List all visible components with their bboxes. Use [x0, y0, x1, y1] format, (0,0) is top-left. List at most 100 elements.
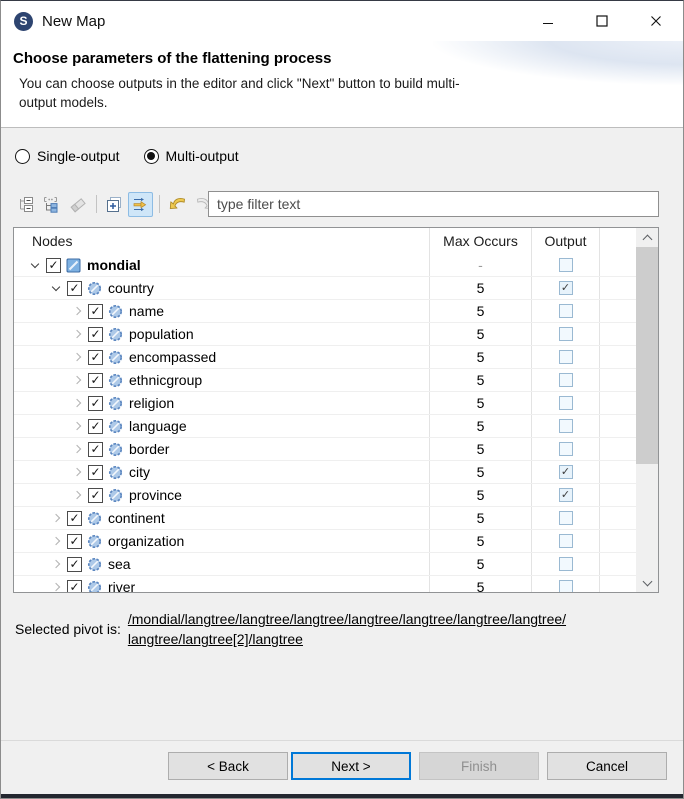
expand-chevron-icon[interactable]: [68, 438, 85, 460]
expand-chevron-icon[interactable]: [68, 461, 85, 483]
node-checkbox[interactable]: ✓: [88, 304, 103, 319]
node-label: border: [129, 441, 169, 457]
single-output-radio[interactable]: Single-output: [15, 148, 120, 164]
expand-chevron-icon[interactable]: [47, 530, 64, 552]
node-checkbox[interactable]: ✓: [88, 419, 103, 434]
page-title: Choose parameters of the flattening proc…: [13, 50, 683, 67]
table-row[interactable]: ✓population5: [14, 323, 636, 346]
node-checkbox[interactable]: ✓: [67, 281, 82, 296]
nodes-cell: ✓name: [14, 300, 430, 322]
output-checkbox[interactable]: [559, 327, 573, 341]
table-row[interactable]: ✓mondial-: [14, 254, 636, 277]
element-icon: [108, 373, 123, 388]
output-checkbox[interactable]: [559, 442, 573, 456]
node-checkbox[interactable]: ✓: [67, 557, 82, 572]
minimize-button[interactable]: [521, 1, 575, 41]
expand-chevron-icon[interactable]: [68, 415, 85, 437]
scrollbar-thumb[interactable]: [636, 247, 658, 464]
expand-chevron-icon[interactable]: [68, 346, 85, 368]
max-occurs-value: 5: [430, 484, 532, 506]
max-occurs-value: 5: [430, 576, 532, 592]
node-checkbox[interactable]: ✓: [67, 534, 82, 549]
table-row[interactable]: ✓country5✓: [14, 277, 636, 300]
output-checkbox[interactable]: ✓: [559, 465, 573, 479]
table-row[interactable]: ✓river5: [14, 576, 636, 592]
filler-cell: [600, 254, 636, 276]
node-checkbox[interactable]: ✓: [88, 327, 103, 342]
tree-area: Nodes Max Occurs Output ✓mondial-✓countr…: [14, 228, 636, 592]
expand-all-button[interactable]: [102, 192, 127, 217]
table-row[interactable]: ✓ethnicgroup5: [14, 369, 636, 392]
expand-chevron-icon[interactable]: [68, 484, 85, 506]
back-arrow-button[interactable]: [165, 192, 190, 217]
column-header-nodes: Nodes: [14, 228, 430, 254]
node-checkbox[interactable]: ✓: [88, 465, 103, 480]
output-checkbox[interactable]: [559, 396, 573, 410]
expand-chevron-icon[interactable]: [68, 369, 85, 391]
node-checkbox[interactable]: ✓: [67, 580, 82, 593]
footer-separator: [1, 740, 683, 741]
vertical-scrollbar[interactable]: [636, 228, 658, 592]
table-row[interactable]: ✓name5: [14, 300, 636, 323]
collapse-all-button[interactable]: [13, 192, 38, 217]
flatten-arrows-toggle[interactable]: [128, 192, 153, 217]
maximize-icon: [596, 15, 608, 27]
output-checkbox[interactable]: ✓: [559, 281, 573, 295]
expand-chevron-icon[interactable]: [68, 300, 85, 322]
table-row[interactable]: ✓continent5: [14, 507, 636, 530]
node-checkbox[interactable]: ✓: [88, 396, 103, 411]
close-button[interactable]: [629, 1, 683, 41]
expand-chevron-icon[interactable]: [47, 553, 64, 575]
node-checkbox[interactable]: ✓: [88, 373, 103, 388]
maximize-button[interactable]: [575, 1, 629, 41]
back-button[interactable]: < Back: [168, 752, 288, 780]
output-checkbox[interactable]: [559, 557, 573, 571]
output-checkbox[interactable]: [559, 580, 573, 592]
table-row[interactable]: ✓religion5: [14, 392, 636, 415]
node-checkbox[interactable]: ✓: [67, 511, 82, 526]
output-checkbox[interactable]: [559, 350, 573, 364]
output-checkbox[interactable]: [559, 419, 573, 433]
expand-chevron-icon[interactable]: [68, 392, 85, 414]
pivot-path-link[interactable]: /mondial/langtree/langtree/langtree/lang…: [128, 609, 566, 650]
table-row[interactable]: ✓sea5: [14, 553, 636, 576]
filter-input[interactable]: [208, 191, 659, 217]
tree-toolbar: [13, 190, 217, 218]
expand-chevron-icon[interactable]: [47, 507, 64, 529]
expand-levels-button[interactable]: [39, 192, 64, 217]
collapse-chevron-icon[interactable]: [47, 277, 64, 299]
node-checkbox[interactable]: ✓: [88, 350, 103, 365]
minimize-icon: [542, 15, 554, 27]
collapse-all-icon: [17, 196, 34, 213]
nodes-cell: ✓language: [14, 415, 430, 437]
output-checkbox[interactable]: [559, 534, 573, 548]
node-checkbox[interactable]: ✓: [46, 258, 61, 273]
table-header-row: Nodes Max Occurs Output: [14, 228, 636, 254]
cancel-button[interactable]: Cancel: [547, 752, 667, 780]
table-row[interactable]: ✓language5: [14, 415, 636, 438]
multi-output-radio[interactable]: Multi-output: [144, 148, 239, 164]
output-checkbox[interactable]: [559, 373, 573, 387]
output-checkbox[interactable]: [559, 511, 573, 525]
output-cell: [532, 553, 600, 575]
element-icon: [87, 281, 102, 296]
output-checkbox[interactable]: [559, 304, 573, 318]
table-row[interactable]: ✓city5✓: [14, 461, 636, 484]
expand-chevron-icon[interactable]: [47, 576, 64, 592]
expand-chevron-icon[interactable]: [68, 323, 85, 345]
filler-cell: [600, 369, 636, 391]
node-checkbox[interactable]: ✓: [88, 488, 103, 503]
collapse-chevron-icon[interactable]: [26, 254, 43, 276]
output-checkbox[interactable]: [559, 258, 573, 272]
node-checkbox[interactable]: ✓: [88, 442, 103, 457]
next-button[interactable]: Next >: [291, 752, 411, 780]
table-row[interactable]: ✓encompassed5: [14, 346, 636, 369]
table-row[interactable]: ✓border5: [14, 438, 636, 461]
scroll-up-button[interactable]: [636, 228, 658, 247]
scroll-down-button[interactable]: [636, 573, 658, 592]
table-row[interactable]: ✓province5✓: [14, 484, 636, 507]
node-label: encompassed: [129, 349, 216, 365]
element-icon: [108, 350, 123, 365]
table-row[interactable]: ✓organization5: [14, 530, 636, 553]
output-checkbox[interactable]: ✓: [559, 488, 573, 502]
